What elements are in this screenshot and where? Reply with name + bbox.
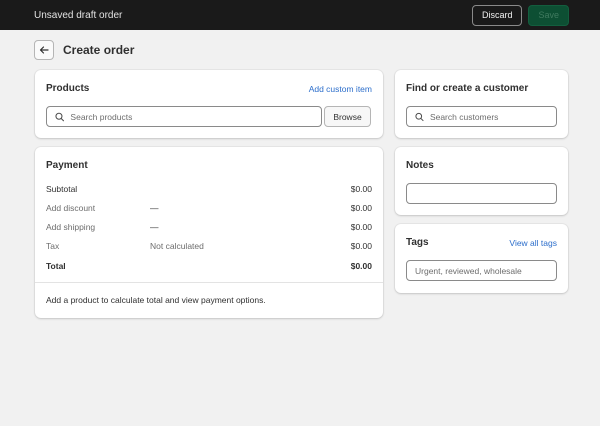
total-value: $0.00 (350, 261, 372, 271)
customer-search-field[interactable] (406, 106, 557, 127)
search-icon (55, 112, 64, 121)
discount-desc: — (150, 203, 159, 213)
notes-title: Notes (406, 160, 434, 171)
add-shipping-link[interactable]: Add shipping (46, 222, 95, 232)
payment-divider (35, 282, 383, 283)
customer-card: Find or create a customer (395, 70, 568, 138)
payment-card: Payment Subtotal $0.00 Add discount — $0… (35, 147, 383, 318)
payment-note: Add a product to calculate total and vie… (46, 295, 266, 305)
shipping-desc: — (150, 222, 159, 232)
tags-card: Tags View all tags (395, 224, 568, 293)
payment-row-discount: Add discount — $0.00 (46, 203, 372, 215)
add-discount-link[interactable]: Add discount (46, 203, 95, 213)
topbar-actions: Discard Save (471, 4, 569, 26)
payment-row-shipping: Add shipping — $0.00 (46, 222, 372, 234)
subtotal-value: $0.00 (350, 184, 372, 194)
notes-field[interactable] (406, 183, 557, 204)
tax-value: $0.00 (350, 241, 372, 251)
tags-title: Tags (406, 237, 429, 248)
tags-field[interactable] (406, 260, 557, 281)
payment-row-total: Total $0.00 (46, 261, 372, 273)
top-bar: Unsaved draft order Discard Save (0, 0, 600, 30)
add-custom-item-link[interactable]: Add custom item (309, 84, 372, 94)
tax-label: Tax (46, 241, 60, 251)
shipping-value: $0.00 (350, 222, 372, 232)
payment-row-tax: Tax Not calculated $0.00 (46, 241, 372, 253)
page-title: Create order (63, 43, 135, 57)
tax-desc: Not calculated (150, 241, 204, 251)
page-header: Create order (34, 40, 134, 60)
search-icon (415, 112, 424, 121)
customer-title: Find or create a customer (406, 83, 529, 94)
products-card: Products Add custom item Browse (35, 70, 383, 138)
back-button[interactable] (34, 40, 54, 60)
customer-search-input[interactable] (429, 111, 556, 122)
notes-input[interactable] (415, 188, 556, 199)
total-label: Total (46, 261, 66, 271)
arrow-left-icon (39, 46, 49, 54)
subtotal-label: Subtotal (46, 184, 78, 194)
product-search-input[interactable] (70, 111, 321, 122)
discount-value: $0.00 (350, 203, 372, 213)
payment-title: Payment (46, 160, 88, 171)
draft-status-title: Unsaved draft order (34, 9, 123, 21)
tags-input[interactable] (415, 265, 556, 276)
products-title: Products (46, 83, 90, 94)
product-search-field[interactable] (46, 106, 322, 127)
notes-card: Notes (395, 147, 568, 215)
browse-button[interactable]: Browse (324, 106, 371, 127)
view-all-tags-link[interactable]: View all tags (509, 238, 557, 248)
payment-row-subtotal: Subtotal $0.00 (46, 184, 372, 196)
save-button[interactable]: Save (528, 4, 569, 26)
discard-button[interactable]: Discard (471, 4, 523, 26)
